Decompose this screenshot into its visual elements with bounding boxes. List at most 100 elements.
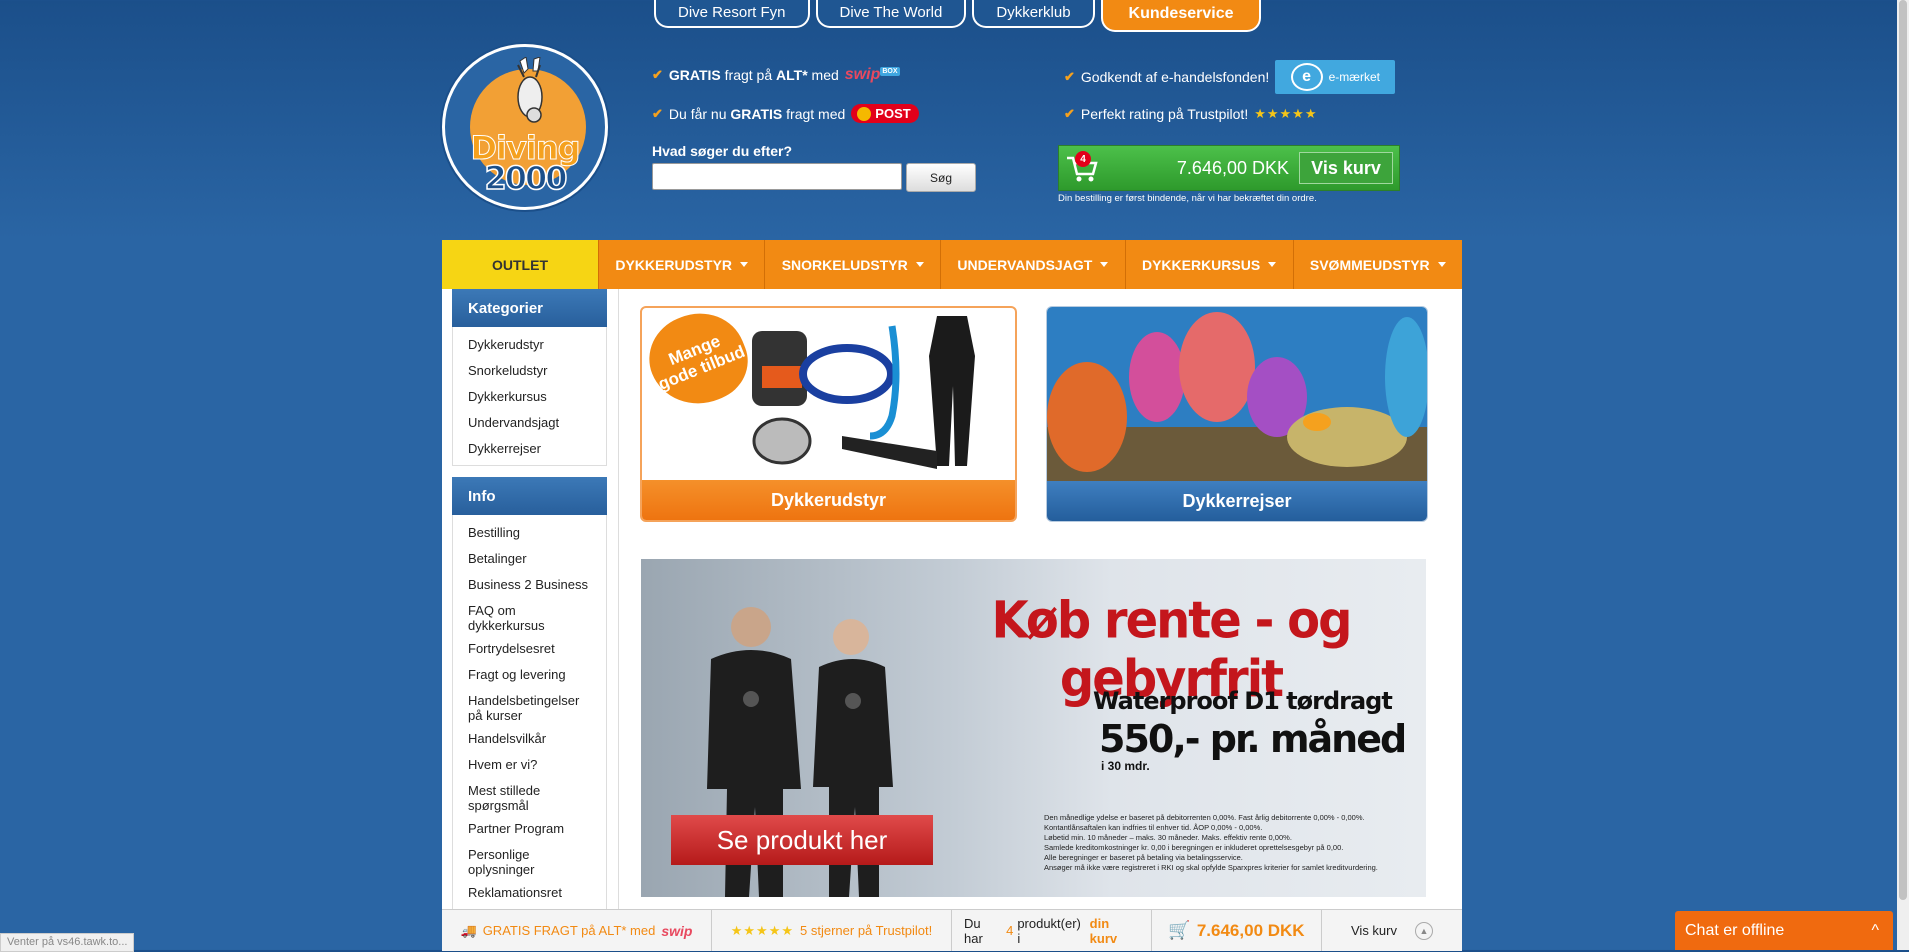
usp-trustpilot: ✔ Perfekt rating på Trustpilot! ★★★★★ bbox=[1064, 106, 1318, 122]
bb-cart-count[interactable]: Du har 4 produkt(er) i din kurv bbox=[952, 910, 1152, 951]
check-icon: ✔ bbox=[652, 67, 663, 82]
sidebar-categories-title: Kategorier bbox=[452, 289, 607, 327]
bb-view-cart[interactable]: Vis kurv ▲ bbox=[1322, 910, 1462, 951]
nav-dykkerkursus[interactable]: DYKKERKURSUS bbox=[1124, 240, 1293, 289]
bb-shipping[interactable]: 🚚 GRATIS FRAGT på ALT* med swip bbox=[442, 910, 712, 951]
usp-approved: ✔ Godkendt af e-handelsfonden! e e-mærket bbox=[1064, 60, 1396, 94]
sidebar-item-handelsbetingelser[interactable]: Handelsbetingelser på kurser bbox=[453, 689, 606, 727]
e-mark-icon: e bbox=[1290, 63, 1323, 91]
chevron-up-icon: ^ bbox=[1871, 921, 1879, 939]
scrollbar-thumb[interactable] bbox=[1899, 0, 1907, 900]
usp-fragt-paa: fragt på bbox=[724, 67, 773, 83]
nav-svoemmeudstyr[interactable]: SVØMMEUDSTYR bbox=[1292, 240, 1462, 289]
sidebar-item-undervandsjagt[interactable]: Undervandsjagt bbox=[453, 411, 606, 437]
tab-kundeservice[interactable]: Kundeservice bbox=[1100, 0, 1262, 32]
sidebar-info-list: Bestilling Betalinger Business 2 Busines… bbox=[452, 515, 607, 909]
banner-price: 550,- pr. måned bbox=[1099, 717, 1407, 761]
card-dykkerrejser[interactable]: Dykkerrejser bbox=[1046, 306, 1428, 522]
main-divider bbox=[618, 289, 619, 909]
usp-approved-text: Godkendt af e-handelsfonden! bbox=[1080, 69, 1270, 85]
dropdown-arrow-icon bbox=[1437, 262, 1446, 267]
sidebar-item-personlige[interactable]: Personlige oplysninger bbox=[453, 843, 606, 881]
search-label: Hvad søger du efter? bbox=[652, 143, 793, 159]
usp-alt: ALT* bbox=[776, 67, 808, 83]
cart-summary[interactable]: 4 7.646,00 DKK Vis kurv bbox=[1058, 145, 1400, 191]
equipment-image bbox=[752, 316, 975, 469]
sidebar-categories-list: Dykkerudstyr Snorkeludstyr Dykkerkursus … bbox=[452, 327, 607, 466]
sidebar-item-faq-kursus[interactable]: FAQ om dykkerkursus bbox=[453, 599, 606, 637]
usp-post: ✔ Du får nu GRATIS fragt med POST bbox=[652, 104, 919, 123]
sidebar-item-hvem-er-vi[interactable]: Hvem er vi? bbox=[453, 753, 606, 779]
sidebar-item-fortrydelsesret[interactable]: Fortrydelsesret bbox=[453, 637, 606, 663]
banner-subtitle: Waterproof D1 tørdragt bbox=[1093, 687, 1393, 715]
top-tabs: Dive Resort Fyn Dive The World Dykkerklu… bbox=[654, 0, 1262, 32]
promo-banner[interactable]: Køb rente - og gebyrfrit Waterproof D1 t… bbox=[641, 559, 1426, 897]
tab-dykkerklub[interactable]: Dykkerklub bbox=[972, 0, 1095, 28]
usp-post-gratis: GRATIS bbox=[730, 105, 783, 122]
cart-count-badge: 4 bbox=[1075, 151, 1091, 167]
tab-dive-the-world[interactable]: Dive The World bbox=[815, 0, 967, 28]
sidebar-item-handelsvilkaar[interactable]: Handelsvilkår bbox=[453, 727, 606, 753]
sidebar-item-reklamationsret[interactable]: Reklamationsret bbox=[453, 881, 606, 907]
bb-cart-total[interactable]: 🛒 7.646,00 DKK bbox=[1152, 910, 1322, 951]
emaerket-badge[interactable]: e e-mærket bbox=[1275, 60, 1396, 94]
banner-fine-print: Den månedlige ydelse er baseret på debit… bbox=[1044, 813, 1378, 872]
sidebar-item-dykkerkursus[interactable]: Dykkerkursus bbox=[453, 385, 606, 411]
scroll-up-icon[interactable]: ▲ bbox=[1415, 921, 1433, 940]
cart-icon: 🛒 bbox=[1168, 920, 1191, 940]
sticky-bottom-bar: 🚚 GRATIS FRAGT på ALT* med swip ★★★★★ 5 … bbox=[442, 909, 1462, 951]
site-logo[interactable]: Diving 2000 bbox=[442, 44, 608, 210]
view-cart-button[interactable]: Vis kurv bbox=[1299, 152, 1393, 184]
diver-icon bbox=[517, 57, 543, 123]
sidebar-item-bestilling[interactable]: Bestilling bbox=[453, 521, 606, 547]
nav-snorkeludstyr[interactable]: SNORKELUDSTYR bbox=[764, 240, 940, 289]
truck-icon: 🚚 bbox=[460, 922, 477, 938]
card-dykkerudstyr[interactable]: Mange gode tilbud Dykkerudstyr bbox=[640, 306, 1017, 522]
dropdown-arrow-icon bbox=[915, 262, 924, 267]
nav-outlet[interactable]: OUTLET bbox=[442, 240, 598, 289]
search-input[interactable] bbox=[652, 163, 902, 190]
sidebar-item-partner[interactable]: Partner Program bbox=[453, 817, 606, 843]
usp-trustpilot-text: Perfekt rating på Trustpilot! bbox=[1080, 106, 1249, 122]
banner-price-note: i 30 mdr. bbox=[1101, 759, 1150, 773]
dropdown-arrow-icon bbox=[740, 262, 749, 267]
usp-post-prefix: Du får nu bbox=[668, 105, 727, 122]
post-horn-icon bbox=[857, 106, 872, 121]
trustpilot-stars-icon: ★★★★★ bbox=[730, 922, 795, 938]
page-scrollbar[interactable] bbox=[1897, 0, 1909, 950]
reef-image bbox=[1047, 307, 1427, 483]
cart-note: Din bestilling er først bindende, når vi… bbox=[1058, 193, 1317, 204]
card-dykkerudstyr-label: Dykkerudstyr bbox=[642, 480, 1015, 520]
swipbox-logo: swip BOX bbox=[844, 66, 900, 83]
main-nav: OUTLET DYKKERUDSTYR SNORKELUDSTYR UNDERV… bbox=[442, 240, 1462, 289]
tab-dive-resort-fyn[interactable]: Dive Resort Fyn bbox=[654, 0, 810, 28]
check-icon: ✔ bbox=[1064, 106, 1075, 121]
bb-trustpilot[interactable]: ★★★★★ 5 stjerner på Trustpilot! bbox=[712, 910, 952, 951]
sidebar-item-b2b[interactable]: Business 2 Business bbox=[453, 573, 606, 599]
usp-free-shipping: ✔ GRATIS fragt på ALT* med swip BOX bbox=[652, 66, 900, 84]
card-dykkerrejser-label: Dykkerrejser bbox=[1047, 481, 1427, 521]
sidebar-item-fragt[interactable]: Fragt og levering bbox=[453, 663, 606, 689]
cart-amount: 7.646,00 DKK bbox=[1176, 158, 1289, 178]
sidebar: Kategorier Dykkerudstyr Snorkeludstyr Dy… bbox=[452, 289, 607, 920]
usp-med: med bbox=[811, 67, 839, 83]
search-button[interactable]: Søg bbox=[906, 163, 976, 192]
usp-post-suffix: fragt med bbox=[786, 105, 846, 122]
sidebar-item-dykkerrejser[interactable]: Dykkerrejser bbox=[453, 437, 606, 463]
logo-text-2000: 2000 bbox=[484, 158, 569, 198]
sidebar-item-betalinger[interactable]: Betalinger bbox=[453, 547, 606, 573]
sidebar-info-title: Info bbox=[452, 477, 607, 515]
nav-undervandsjagt[interactable]: UNDERVANDSJAGT bbox=[940, 240, 1125, 289]
sidebar-item-dykkerudstyr[interactable]: Dykkerudstyr bbox=[453, 333, 606, 359]
nav-dykkerudstyr[interactable]: DYKKERUDSTYR bbox=[598, 240, 764, 289]
main-content: Kategorier Dykkerudstyr Snorkeludstyr Dy… bbox=[442, 289, 1462, 909]
chat-label: Chat er offline bbox=[1685, 921, 1785, 939]
see-product-button[interactable]: Se produkt her bbox=[671, 815, 933, 865]
sidebar-item-faq[interactable]: Mest stillede spørgsmål bbox=[453, 779, 606, 817]
swipbox-logo: swip bbox=[661, 922, 693, 939]
chat-widget[interactable]: Chat er offline ^ bbox=[1675, 911, 1893, 950]
postnord-logo: POST bbox=[851, 104, 919, 123]
dropdown-arrow-icon bbox=[1100, 262, 1109, 267]
check-icon: ✔ bbox=[1064, 69, 1075, 84]
sidebar-item-snorkeludstyr[interactable]: Snorkeludstyr bbox=[453, 359, 606, 385]
